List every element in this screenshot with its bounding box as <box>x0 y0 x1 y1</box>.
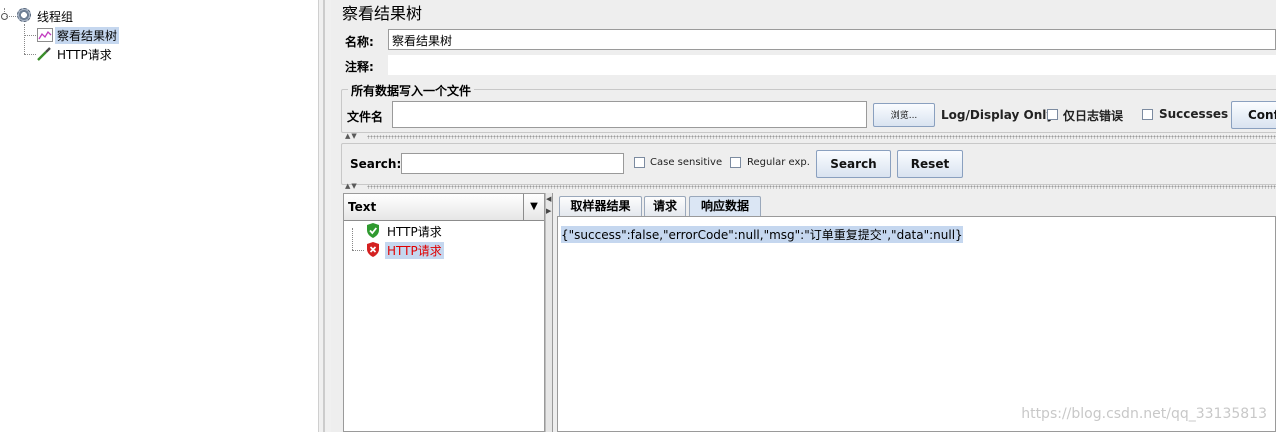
search-input[interactable] <box>401 153 624 174</box>
split-pane-divider[interactable] <box>318 0 332 432</box>
tab-response-data[interactable]: 响应数据 <box>689 196 761 216</box>
comment-field[interactable] <box>388 55 1276 75</box>
split-divider[interactable] <box>367 135 1276 139</box>
pipette-icon <box>36 46 52 62</box>
renderer-select[interactable]: Text ▼ <box>344 194 544 221</box>
response-data-pane[interactable]: {"success":false,"errorCode":null,"msg":… <box>557 216 1276 432</box>
tree-line <box>6 16 16 17</box>
results-tree-pane: Text ▼ HTTP请求 HTTP请求 <box>343 193 545 432</box>
chevron-down-icon[interactable]: ▼ <box>523 194 544 220</box>
tree-line <box>352 250 364 251</box>
error-shield-icon <box>366 242 380 260</box>
collapse-right-arrow-icon[interactable]: ▶ <box>546 207 551 215</box>
collapse-left-arrow-icon[interactable]: ◀ <box>546 195 551 203</box>
reset-button[interactable]: Reset <box>897 150 963 178</box>
case-sensitive-label: Case sensitive <box>650 157 723 168</box>
renderer-select-value: Text <box>348 200 377 214</box>
tree-line <box>24 24 25 54</box>
results-split-divider[interactable]: ◀ ▶ <box>545 193 553 432</box>
divider-grip <box>323 0 325 432</box>
collapse-arrows-icon[interactable]: ▲▼ <box>345 132 358 140</box>
test-plan-tree: 线程组 察看结果树 HTTP请求 <box>0 0 318 432</box>
tree-item-label: HTTP请求 <box>57 48 112 62</box>
watermark-text: https://blog.csdn.net/qq_33135813 <box>1021 406 1267 422</box>
collapse-arrows-icon[interactable]: ▲▼ <box>345 182 358 190</box>
tab-label: 取样器结果 <box>570 199 631 213</box>
tree-line <box>24 35 36 36</box>
gear-icon <box>17 8 31 22</box>
graph-icon <box>37 28 53 42</box>
file-group-title: 所有数据写入一个文件 <box>348 82 475 99</box>
success-shield-icon <box>366 223 380 241</box>
filename-field[interactable] <box>392 101 867 128</box>
tab-label: 请求 <box>652 199 677 213</box>
partial-top-node <box>0 0 70 2</box>
tab-sampler-result[interactable]: 取样器结果 <box>559 196 642 216</box>
tree-line <box>352 228 353 250</box>
errors-only-label: 仅日志错误 <box>1063 109 1124 123</box>
tab-request[interactable]: 请求 <box>644 196 686 216</box>
configure-button[interactable]: Confi <box>1231 101 1276 129</box>
comment-label: 注释: <box>345 60 374 74</box>
regular-exp-checkbox[interactable] <box>730 157 741 168</box>
result-item-label: HTTP请求 <box>387 225 442 239</box>
regular-exp-label: Regular exp. <box>747 157 810 168</box>
panel-title: 察看结果树 <box>342 4 423 23</box>
view-results-tree-panel: 察看结果树 名称: 察看结果树 注释: 所有数据写入一个文件 文件名 浏览...… <box>331 0 1276 432</box>
log-display-label: Log/Display Only: <box>941 108 1059 122</box>
split-divider[interactable] <box>367 185 1276 189</box>
search-label: Search: <box>350 157 402 171</box>
tree-item-label: 线程组 <box>37 10 74 24</box>
browse-button[interactable]: 浏览... <box>873 103 935 127</box>
tab-label: 响应数据 <box>700 199 749 213</box>
name-field[interactable]: 察看结果树 <box>388 29 1276 50</box>
successes-label: Successes <box>1159 107 1229 121</box>
errors-only-checkbox[interactable] <box>1047 109 1058 120</box>
response-body-text[interactable]: {"success":false,"errorCode":null,"msg":… <box>561 226 963 243</box>
tree-item-label: 察看结果树 <box>55 27 120 44</box>
search-button[interactable]: Search <box>816 150 891 178</box>
tree-line <box>24 54 36 55</box>
name-label: 名称: <box>345 35 374 49</box>
case-sensitive-checkbox[interactable] <box>634 157 645 168</box>
successes-checkbox[interactable] <box>1142 109 1153 120</box>
result-item-label: HTTP请求 <box>385 242 444 259</box>
filename-label: 文件名 <box>347 110 384 124</box>
